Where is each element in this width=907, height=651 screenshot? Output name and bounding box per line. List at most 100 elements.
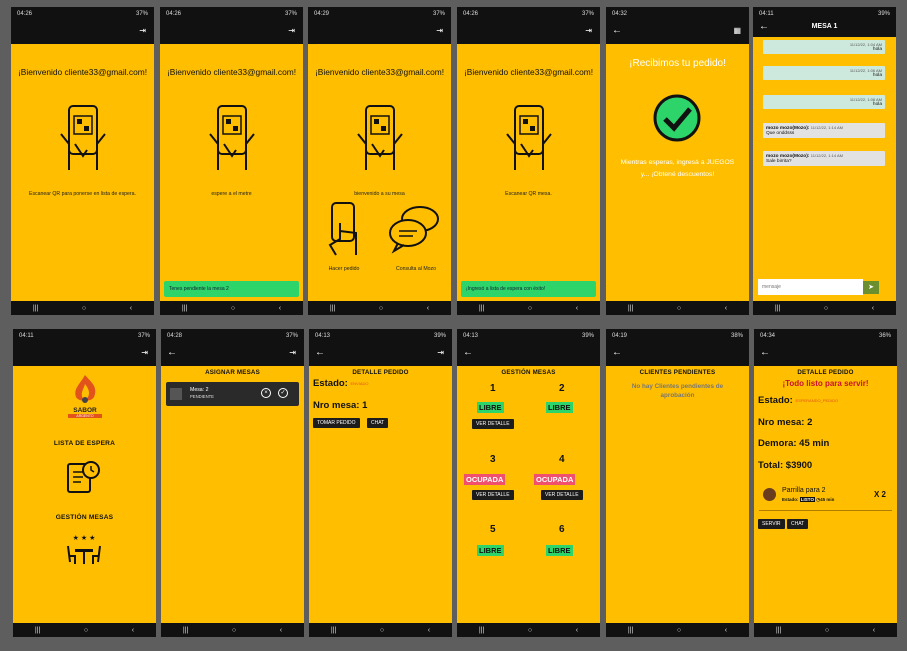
serve-button[interactable]: SERVIR: [758, 519, 785, 529]
item-quantity: X 2: [874, 490, 887, 499]
logout-icon[interactable]: ⇥: [436, 27, 443, 35]
phone-qr-icon[interactable]: [57, 104, 109, 172]
back-arrow-icon[interactable]: ←: [463, 348, 473, 358]
back-icon[interactable]: ‹: [725, 305, 727, 312]
back-arrow-icon[interactable]: ←: [315, 348, 325, 358]
detail-button[interactable]: VER DETALLE: [472, 490, 514, 500]
screen-welcome-2: 04:26 37% ⇥ ¡Bienvenido cliente33@gmail.c…: [160, 7, 303, 315]
recents-icon[interactable]: |||: [479, 305, 484, 312]
phone-qr-icon[interactable]: [503, 104, 555, 172]
recents-icon[interactable]: |||: [182, 305, 187, 312]
back-arrow-icon[interactable]: ←: [612, 26, 622, 36]
recents-icon[interactable]: |||: [628, 305, 633, 312]
order-phone-icon[interactable]: [326, 201, 362, 257]
chat-message: 11/12/22, 1:06 AM hola: [763, 66, 885, 80]
logout-icon[interactable]: ⇥: [437, 349, 444, 357]
logo-subtext: ARGENTO: [68, 414, 102, 418]
status-badge: ESPERANDO_PEDIDO: [795, 397, 839, 403]
waiter-button-label[interactable]: Consulta al Mozo: [388, 266, 444, 272]
logo-text: SABOR: [73, 407, 97, 414]
recents-icon[interactable]: |||: [331, 627, 336, 634]
status-badge: LIBRE: [546, 545, 573, 556]
home-icon[interactable]: ○: [528, 627, 532, 634]
home-icon[interactable]: ○: [232, 627, 236, 634]
home-icon[interactable]: ○: [825, 627, 829, 634]
recents-icon[interactable]: |||: [183, 627, 188, 634]
order-button-label[interactable]: Hacer pedido: [320, 266, 368, 272]
table-caption: bienvenido a su mesa: [354, 191, 405, 197]
chat-button[interactable]: CHAT: [367, 418, 389, 428]
item-ready-badge: LISTO: [799, 497, 815, 502]
chat-bubbles-icon[interactable]: [388, 205, 442, 255]
take-order-button[interactable]: TOMAR PEDIDO: [313, 418, 360, 428]
screen-order-received: 04:32 ← ▦ ¡Recibimos tu pedido! Mientras …: [606, 7, 749, 315]
back-arrow-icon[interactable]: ←: [760, 348, 770, 358]
status-bar: 04:34 36%: [754, 329, 897, 343]
logout-icon[interactable]: ⇥: [585, 27, 592, 35]
home-icon[interactable]: ○: [824, 305, 828, 312]
battery-level: 37%: [432, 11, 445, 17]
reject-icon[interactable]: ×: [261, 388, 271, 398]
back-icon[interactable]: ‹: [427, 305, 429, 312]
back-icon[interactable]: ‹: [428, 627, 430, 634]
qr-code-icon[interactable]: ▦: [733, 27, 741, 35]
back-icon[interactable]: ‹: [576, 305, 578, 312]
status-time: 04:28: [167, 333, 183, 339]
clipboard-clock-icon[interactable]: [65, 458, 101, 494]
phone-qr-icon[interactable]: [206, 104, 258, 172]
home-icon[interactable]: ○: [528, 305, 532, 312]
table-state: PENDIENTE: [190, 394, 214, 399]
chat-message: mozo mozo(Mozo): 11/12/22, 1:14 AM Sale b…: [763, 151, 885, 166]
chat-button[interactable]: CHAT: [787, 519, 809, 529]
back-icon[interactable]: ‹: [132, 627, 134, 634]
back-arrow-icon[interactable]: ←: [612, 348, 622, 358]
home-icon[interactable]: ○: [677, 627, 681, 634]
logout-icon[interactable]: ⇥: [141, 349, 148, 357]
item-status: Estado: LISTO ◷45 min: [782, 497, 834, 503]
status-bar: 04:13 39%: [457, 329, 600, 343]
screen-welcome-1: 04:26 37% ⇥ ¡Bienvenido cliente33@gmail.c…: [11, 7, 154, 315]
recents-icon[interactable]: |||: [775, 305, 780, 312]
status-bar: 04:26 37%: [457, 7, 600, 21]
welcome-text: ¡Bienvenido cliente33@gmail.com!: [17, 67, 148, 77]
status-label-text: Estado:: [758, 395, 793, 406]
home-icon[interactable]: ○: [231, 305, 235, 312]
phone-qr-icon[interactable]: [354, 104, 406, 172]
recents-icon[interactable]: |||: [479, 627, 484, 634]
back-icon[interactable]: ‹: [576, 627, 578, 634]
recents-icon[interactable]: |||: [33, 305, 38, 312]
detail-button[interactable]: VER DETALLE: [472, 419, 514, 429]
message-text: Que onddsss: [766, 131, 795, 136]
status-label: Estado: ENVIADO: [313, 378, 369, 389]
recents-icon[interactable]: |||: [35, 627, 40, 634]
logout-icon[interactable]: ⇥: [139, 27, 146, 35]
logout-icon[interactable]: ⇥: [289, 349, 296, 357]
recents-icon[interactable]: |||: [776, 627, 781, 634]
approve-icon[interactable]: ✓: [278, 388, 288, 398]
logout-icon[interactable]: ⇥: [288, 27, 295, 35]
screen-pending-clients: 04:19 38% ← CLIENTES PENDIENTES No hay Cl…: [606, 329, 749, 637]
recents-icon[interactable]: |||: [628, 627, 633, 634]
back-icon[interactable]: ‹: [873, 627, 875, 634]
screen-chat: 04:11 39% ← MESA 1 11/12/22, 1:04 AM hola 1…: [753, 7, 896, 315]
home-icon[interactable]: ○: [82, 305, 86, 312]
back-icon[interactable]: ‹: [725, 627, 727, 634]
dining-table-icon[interactable]: ★ ★ ★: [65, 532, 103, 568]
back-icon[interactable]: ‹: [130, 305, 132, 312]
home-icon[interactable]: ○: [84, 627, 88, 634]
status-time: 04:13: [463, 333, 479, 339]
screen-home-staff: 04:11 37% ⇥ SABOR ARGENTO LISTA DE ESPERA…: [13, 329, 156, 637]
back-icon[interactable]: ‹: [872, 305, 874, 312]
home-icon[interactable]: ○: [380, 627, 384, 634]
back-arrow-icon[interactable]: ←: [167, 348, 177, 358]
back-icon[interactable]: ‹: [280, 627, 282, 634]
nav-bar: ||| ○ ‹: [13, 623, 156, 637]
home-icon[interactable]: ○: [379, 305, 383, 312]
home-icon[interactable]: ○: [677, 305, 681, 312]
recents-icon[interactable]: |||: [330, 305, 335, 312]
detail-button[interactable]: VER DETALLE: [541, 490, 583, 500]
send-button[interactable]: ➤: [863, 281, 879, 294]
back-icon[interactable]: ‹: [279, 305, 281, 312]
message-input[interactable]: mensaje: [758, 279, 863, 295]
list-item[interactable]: Mesa: 2 PENDIENTE × ✓: [166, 382, 299, 406]
